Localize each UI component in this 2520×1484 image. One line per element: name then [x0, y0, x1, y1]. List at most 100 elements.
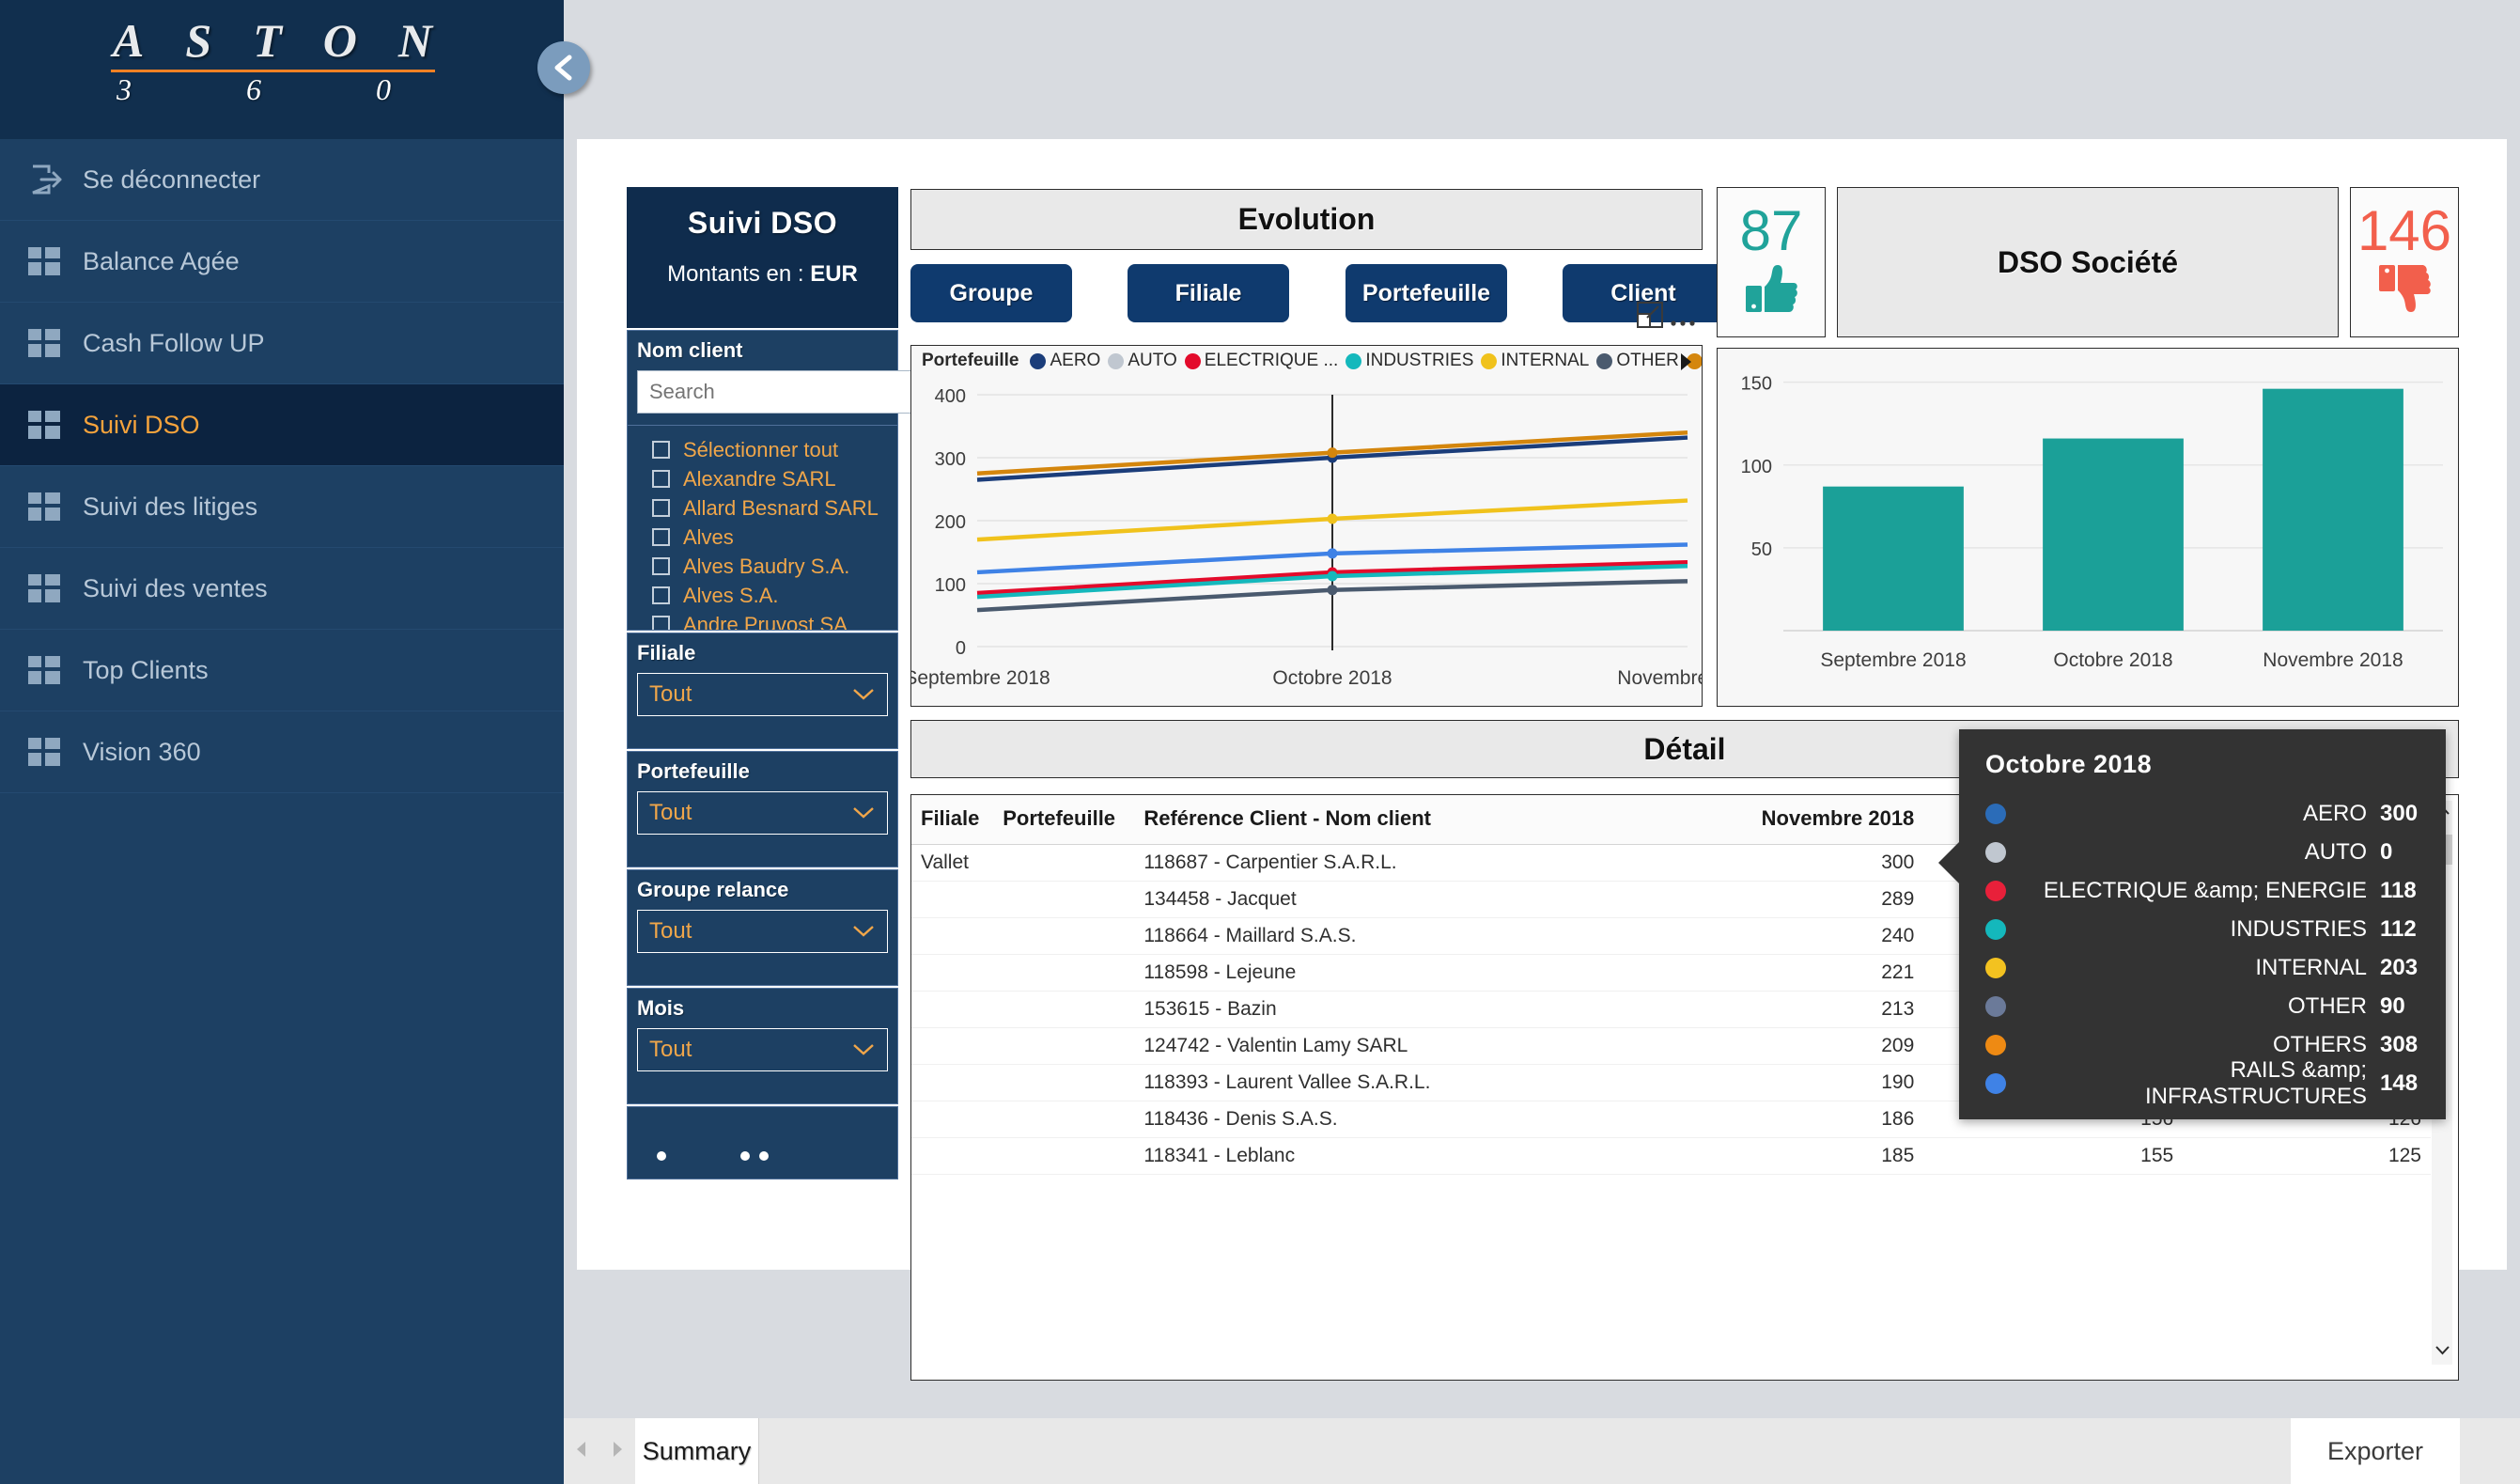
- column-header-client[interactable]: Reférence Client - Nom client: [1134, 795, 1665, 845]
- chevron-down-icon[interactable]: [2434, 1344, 2450, 1361]
- chevron-right-icon[interactable]: [1677, 351, 1694, 377]
- legend-entry[interactable]: ELECTRIQUE ...: [1184, 351, 1338, 371]
- pagination-dot[interactable]: [759, 1151, 769, 1161]
- table-cell-oct: 155: [1923, 1137, 2184, 1175]
- table-cell-filiale: [911, 954, 994, 992]
- grid-icon: [28, 247, 79, 275]
- sidebar-item-se-deconnecter[interactable]: Se déconnecter: [0, 139, 564, 221]
- filiale-dropdown[interactable]: Tout: [637, 673, 888, 716]
- sidebar-collapse-button[interactable]: [537, 41, 590, 94]
- client-list-item[interactable]: Andre Pruvost SA: [652, 610, 897, 630]
- table-cell-nov: 289: [1664, 881, 1924, 918]
- client-checkbox[interactable]: [652, 441, 670, 459]
- client-checkbox-list[interactable]: Sélectionner tout Alexandre SARL Allard …: [627, 426, 898, 631]
- client-checkbox[interactable]: [652, 616, 670, 630]
- tooltip-row: RAILS &amp; INFRASTRUCTURES 148: [1985, 1057, 2433, 1109]
- table-cell-nov: 240: [1664, 917, 1924, 955]
- column-header-portefeuille[interactable]: Portefeuille: [993, 795, 1135, 845]
- grid-icon: [28, 329, 79, 357]
- client-list-item[interactable]: Sélectionner tout: [652, 435, 897, 464]
- pagination-dot[interactable]: [740, 1151, 750, 1161]
- dso-bar-chart[interactable]: 50 100 150 Septembre 2018 Octobre 2018 Novemb…: [1717, 348, 2459, 707]
- legend-entry[interactable]: AERO: [1030, 351, 1100, 371]
- search-input[interactable]: [649, 380, 920, 404]
- pagination-dot[interactable]: [657, 1151, 666, 1161]
- sidebar-item-vision-360[interactable]: Vision 360: [0, 711, 564, 793]
- legend-entry[interactable]: AUTO: [1108, 351, 1177, 371]
- tooltip-row: AUTO 0: [1985, 833, 2433, 871]
- triangle-left-icon[interactable]: [574, 1439, 589, 1464]
- tab-summary-label: Summary: [642, 1436, 752, 1465]
- triangle-right-icon[interactable]: [610, 1439, 625, 1464]
- client-list-item[interactable]: Alves: [652, 523, 897, 552]
- sidebar-item-suivi-dso[interactable]: Suivi DSO: [0, 384, 564, 466]
- table-cell-filiale: [911, 917, 994, 955]
- tooltip-series-value: 112: [2380, 915, 2417, 942]
- groupe-relance-dropdown[interactable]: Tout: [637, 910, 888, 953]
- client-checkbox[interactable]: [652, 557, 670, 575]
- table-cell-portefeuille: [993, 844, 1135, 882]
- sidebar-item-cash-follow-up[interactable]: Cash Follow UP: [0, 303, 564, 384]
- client-checkbox[interactable]: [652, 470, 670, 488]
- table-cell-client: 118598 - Lejeune: [1134, 954, 1665, 992]
- x-axis-tick: Septembre 2018: [1820, 649, 1966, 671]
- sidebar-item-balance-agee[interactable]: Balance Agée: [0, 221, 564, 303]
- legend-label: INTERNAL: [1501, 351, 1590, 370]
- evolution-line-chart[interactable]: Portefeuille AERO AUTO ELECTRIQUE ... IN…: [910, 345, 1703, 707]
- tab-filiale[interactable]: Filiale: [1128, 264, 1289, 322]
- sidebar-item-label: Suivi des ventes: [83, 573, 268, 602]
- portefeuille-dropdown[interactable]: Tout: [637, 791, 888, 835]
- column-header-filiale[interactable]: Filiale: [911, 795, 994, 845]
- client-name-filter: Nom client: [627, 330, 985, 426]
- client-list-item[interactable]: Allard Besnard SARL: [652, 493, 897, 523]
- panel-pagination-dots[interactable]: [627, 1106, 898, 1179]
- search-box[interactable]: [637, 370, 951, 414]
- client-list-item[interactable]: Alves S.A.: [652, 581, 897, 610]
- mois-dropdown[interactable]: Tout: [637, 1028, 888, 1071]
- grid-icon: [28, 656, 79, 684]
- bar[interactable]: [2263, 388, 2403, 631]
- sidebar-item-top-clients[interactable]: Top Clients: [0, 630, 564, 711]
- y-axis-tick: 300: [935, 449, 966, 470]
- tab-portefeuille[interactable]: Portefeuille: [1346, 264, 1507, 322]
- tooltip-series-value: 90: [2380, 992, 2405, 1019]
- legend-entry[interactable]: OTHER: [1596, 351, 1679, 371]
- logo-number: 3: [117, 72, 132, 106]
- client-list-item[interactable]: Alves Baudry S.A.: [652, 552, 897, 581]
- legend-entry[interactable]: INDUSTRIES: [1346, 351, 1473, 371]
- client-checkbox[interactable]: [652, 499, 670, 517]
- tab-exporter[interactable]: Exporter: [2291, 1418, 2460, 1484]
- tooltip-row: AERO 300: [1985, 794, 2433, 833]
- sidebar-item-suivi-des-litiges[interactable]: Suivi des litiges: [0, 466, 564, 548]
- logo-numbers: 3 6 0: [111, 72, 435, 107]
- table-row[interactable]: 118341 - Leblanc 185 155 125: [911, 1137, 2431, 1175]
- groupe-relance-filter: Groupe relance Tout: [627, 869, 898, 986]
- table-cell-portefeuille: [993, 954, 1135, 992]
- chevron-down-icon: [851, 681, 876, 708]
- legend-entry[interactable]: INTERNAL: [1481, 351, 1589, 371]
- bar[interactable]: [1823, 486, 1964, 631]
- table-cell-portefeuille: [993, 1064, 1135, 1101]
- tab-groupe[interactable]: Groupe: [910, 264, 1072, 322]
- client-list-item[interactable]: Alexandre SARL: [652, 464, 897, 493]
- client-checkbox[interactable]: [652, 528, 670, 546]
- table-cell-filiale: [911, 1027, 994, 1065]
- tooltip-series-value: 203: [2380, 954, 2419, 980]
- table-cell-nov: 190: [1664, 1064, 1924, 1101]
- table-cell-portefeuille: [993, 917, 1135, 955]
- logo-number: 0: [376, 72, 391, 106]
- table-cell-portefeuille: [993, 1027, 1135, 1065]
- table-cell-nov: 221: [1664, 954, 1924, 992]
- column-header-novembre[interactable]: Novembre 2018: [1664, 795, 1924, 845]
- legend-swatch: [1596, 352, 1613, 369]
- sidebar-item-suivi-des-ventes[interactable]: Suivi des ventes: [0, 548, 564, 630]
- legend-swatch: [1108, 352, 1125, 369]
- tooltip-series-name: RAILS &amp; INFRASTRUCTURES: [2144, 1056, 2367, 1109]
- mois-label: Mois: [637, 996, 685, 1020]
- focus-mode-icon[interactable]: [1636, 301, 1698, 336]
- tab-summary[interactable]: Summary: [635, 1418, 759, 1484]
- tooltip-series-name: INTERNAL: [2255, 954, 2367, 980]
- client-checkbox[interactable]: [652, 586, 670, 604]
- tab-exporter-label: Exporter: [2326, 1436, 2424, 1465]
- bar[interactable]: [2043, 438, 2184, 631]
